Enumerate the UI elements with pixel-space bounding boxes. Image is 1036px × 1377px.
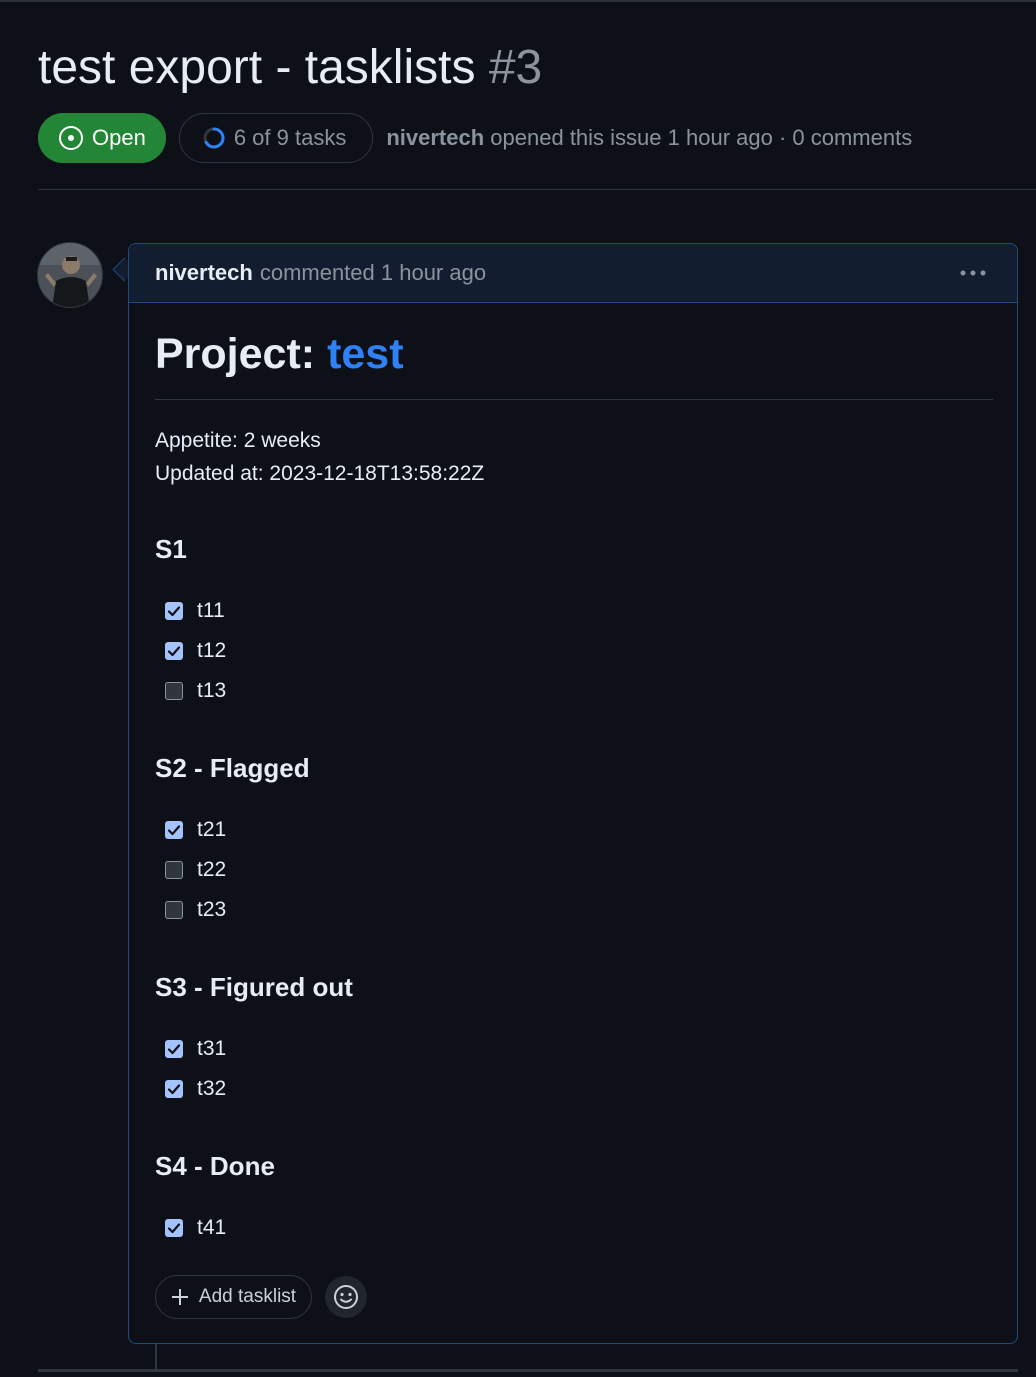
- task-item: t11: [165, 598, 225, 624]
- task-item: t31: [165, 1036, 226, 1062]
- check-icon: [167, 1084, 181, 1095]
- task-item: t13: [165, 678, 226, 704]
- task-label: t31: [197, 1037, 227, 1060]
- issue-title-text: test export - tasklists: [38, 41, 476, 94]
- issue-opened-text: opened this issue 1 hour ago · 0 comment…: [490, 125, 913, 150]
- heading-rule: [155, 399, 993, 400]
- task-checkbox[interactable]: [165, 602, 183, 620]
- task-label: t23: [197, 898, 227, 921]
- add-tasklist-label: Add tasklist: [198, 1286, 297, 1307]
- task-label: t32: [197, 1077, 227, 1100]
- add-tasklist-button[interactable]: Add tasklist: [155, 1275, 312, 1319]
- comment-header: nivertech commented 1 hour ago: [129, 244, 1017, 303]
- task-item: t22: [165, 857, 226, 883]
- issue-opened-meta: nivertech opened this issue 1 hour ago ·…: [386, 125, 912, 151]
- task-item: t21: [165, 817, 226, 843]
- issue-number: #3: [488, 41, 543, 94]
- kebab-horizontal-icon[interactable]: [959, 264, 987, 282]
- task-item: t41: [165, 1215, 226, 1241]
- comment-author-link[interactable]: nivertech: [155, 260, 253, 286]
- project-heading-prefix: Project:: [155, 330, 316, 378]
- project-heading: Project: test: [155, 330, 404, 379]
- header-divider: [38, 189, 1036, 190]
- task-checkbox[interactable]: [165, 1080, 183, 1098]
- check-icon: [167, 1223, 181, 1234]
- issue-opened-icon: [59, 126, 83, 150]
- task-checkbox[interactable]: [165, 901, 183, 919]
- task-checkbox[interactable]: [165, 682, 183, 700]
- task-progress-badge[interactable]: 6 of 9 tasks: [178, 113, 374, 163]
- issue-meta: Open 6 of 9 tasks nivertech opened this …: [38, 112, 912, 164]
- check-icon: [167, 606, 181, 617]
- task-label: t21: [197, 818, 227, 841]
- task-label: t11: [197, 599, 225, 622]
- smiley-icon: [334, 1285, 358, 1309]
- plus-icon: [171, 1289, 188, 1305]
- task-progress-label: 6 of 9 tasks: [233, 125, 347, 150]
- timeline-line: [155, 1344, 157, 1370]
- section-heading: S1: [155, 534, 187, 564]
- section-heading: S2 - Flagged: [155, 753, 310, 783]
- updated-text: Updated at: 2023-12-18T13:58:22Z: [155, 462, 485, 485]
- issue-title: test export - tasklists #3: [38, 38, 542, 98]
- state-badge: Open: [38, 113, 166, 163]
- progress-ring-icon: [203, 127, 225, 149]
- check-icon: [167, 646, 181, 657]
- issue-author-link[interactable]: nivertech: [386, 125, 484, 150]
- task-checkbox[interactable]: [165, 1219, 183, 1237]
- comment-box: nivertech commented 1 hour ago Project: …: [128, 243, 1018, 1344]
- task-label: t12: [197, 639, 227, 662]
- avatar-image: [38, 243, 102, 307]
- comment-meta[interactable]: commented 1 hour ago: [260, 260, 486, 286]
- task-checkbox[interactable]: [165, 821, 183, 839]
- task-label: t13: [197, 679, 227, 702]
- project-link[interactable]: test: [327, 330, 403, 378]
- state-label: Open: [92, 125, 146, 150]
- task-item: t12: [165, 638, 226, 664]
- task-label: t22: [197, 858, 227, 881]
- check-icon: [167, 1044, 181, 1055]
- issue-page: test export - tasklists #3 Open 6 of 9 t…: [0, 0, 1036, 1377]
- task-item: t23: [165, 897, 226, 923]
- appetite-text: Appetite: 2 weeks: [155, 429, 321, 452]
- task-checkbox[interactable]: [165, 861, 183, 879]
- section-heading: S3 - Figured out: [155, 972, 353, 1002]
- task-label: t41: [197, 1216, 227, 1239]
- section-heading: S4 - Done: [155, 1151, 275, 1181]
- add-reaction-button[interactable]: [325, 1276, 367, 1318]
- avatar[interactable]: [37, 242, 103, 308]
- timeline-divider: [38, 1369, 1018, 1372]
- task-checkbox[interactable]: [165, 1040, 183, 1058]
- task-checkbox[interactable]: [165, 642, 183, 660]
- check-icon: [167, 825, 181, 836]
- task-item: t32: [165, 1076, 226, 1102]
